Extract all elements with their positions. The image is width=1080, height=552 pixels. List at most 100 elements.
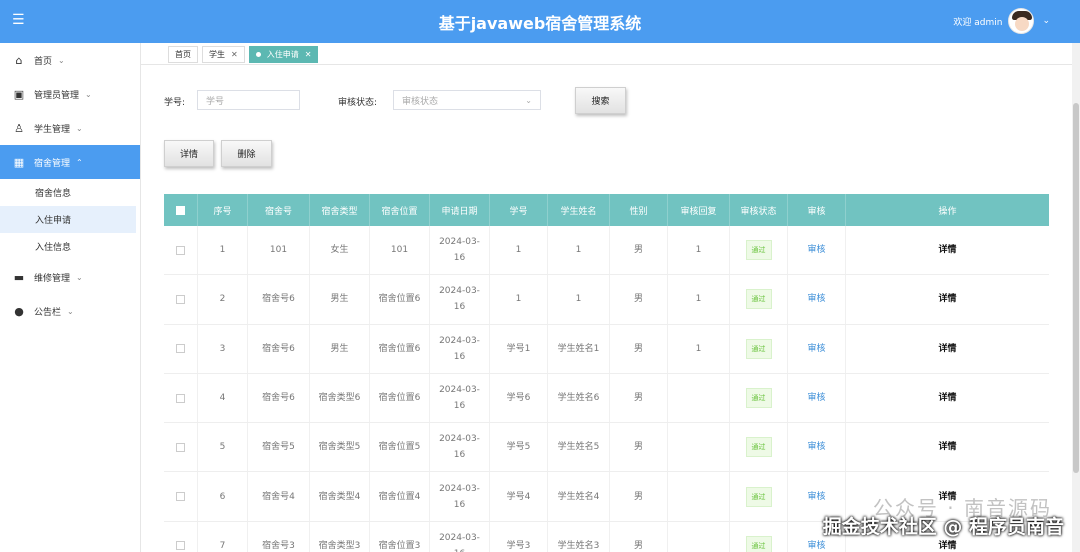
avatar[interactable] — [1008, 8, 1035, 34]
tab-home[interactable]: 首页 — [168, 46, 198, 63]
sidebar-item-admin[interactable]: ▣ 管理员管理 ⌄ — [0, 77, 140, 111]
cell-no: 6 — [198, 472, 248, 521]
cell-op[interactable]: 详情 — [846, 522, 1049, 552]
tab-students[interactable]: 学生 ✕ — [202, 46, 245, 63]
sidebar-item-notice[interactable]: ● 公告栏 ⌄ — [0, 294, 140, 328]
table-row[interactable]: 1 101 女生 101 2024-03-16 1 1 男 1 通过 审核 详情 — [164, 226, 1049, 276]
detail-link[interactable]: 详情 — [938, 341, 956, 357]
row-select-cell[interactable] — [164, 373, 198, 423]
sidebar-item-label: 宿舍管理 — [34, 158, 71, 169]
detail-link[interactable]: 详情 — [938, 538, 956, 552]
row-select-cell[interactable] — [164, 324, 198, 373]
cell-review[interactable]: 审核 — [788, 373, 846, 423]
detail-link[interactable]: 详情 — [938, 242, 956, 258]
detail-link[interactable]: 详情 — [938, 489, 956, 505]
cell-op[interactable]: 详情 — [846, 226, 1049, 274]
row-checkbox[interactable] — [176, 245, 185, 255]
delete-button[interactable]: 删除 — [221, 140, 272, 167]
sidebar-item-students[interactable]: ♙ 学生管理 ⌄ — [0, 111, 140, 145]
table-row[interactable]: 7 宿舍号3 宿舍类型3 宿舍位置3 2024-03-16 学号3 学生姓名3 男 通过 审核 详情 — [164, 521, 1049, 552]
row-select-cell[interactable] — [164, 423, 198, 472]
detail-link[interactable]: 详情 — [938, 291, 956, 307]
cell-op[interactable]: 详情 — [846, 275, 1049, 323]
row-select-cell[interactable] — [164, 226, 198, 275]
sidebar-item-label: 管理员管理 — [34, 90, 80, 101]
search-button[interactable]: 搜索 — [575, 87, 626, 114]
cell-review[interactable]: 审核 — [788, 423, 846, 472]
top-header: ☰ 基于javaweb宿舍管理系统 欢迎 admin ⌄ — [0, 0, 1080, 43]
row-select-cell[interactable] — [164, 521, 198, 552]
row-select-cell[interactable] — [164, 472, 198, 521]
row-checkbox[interactable] — [176, 442, 185, 452]
table-row[interactable]: 6 宿舍号4 宿舍类型4 宿舍位置4 2024-03-16 学号4 学生姓名4 男 通过 审核 详情 — [164, 472, 1049, 522]
page-scrollbar[interactable] — [1072, 43, 1080, 552]
select-all-checkbox[interactable] — [176, 205, 185, 215]
tab-checkin-apply[interactable]: 入住申请 ✕ — [248, 46, 319, 63]
review-link[interactable]: 审核 — [807, 439, 825, 455]
row-checkbox[interactable] — [176, 344, 185, 354]
cell-gender: 男 — [610, 373, 668, 423]
student-no-input[interactable]: 学号 — [197, 90, 300, 110]
table-row[interactable]: 5 宿舍号5 宿舍类型5 宿舍位置5 2024-03-16 学号5 学生姓名5 男 通过 审核 详情 — [164, 423, 1049, 473]
user-menu[interactable]: 欢迎 admin ⌄ — [953, 6, 1050, 36]
cell-review[interactable]: 审核 — [788, 472, 846, 521]
sidebar-item-repair[interactable]: ▬ 维修管理 ⌄ — [0, 260, 140, 294]
table-row[interactable]: 3 宿舍号6 男生 宿舍位置6 2024-03-16 学号1 学生姓名1 男 1 通过 审核 详情 — [164, 324, 1049, 374]
close-icon[interactable]: ✕ — [305, 50, 312, 59]
row-checkbox[interactable] — [176, 393, 185, 403]
cell-room: 宿舍号6 — [248, 373, 310, 423]
review-link[interactable]: 审核 — [807, 341, 825, 357]
cell-review[interactable]: 审核 — [788, 521, 846, 552]
cell-text: 宿舍位置6 — [378, 294, 421, 305]
row-checkbox[interactable] — [176, 492, 185, 502]
cell-text: 学生姓名1 — [557, 343, 600, 354]
sidebar-item-dorm[interactable]: ▦ 宿舍管理 ⌃ — [0, 145, 140, 179]
review-link[interactable]: 审核 — [807, 390, 825, 406]
chevron-down-icon: ⌄ — [85, 89, 92, 99]
cell-status: 通过 — [730, 472, 788, 521]
row-checkbox[interactable] — [176, 294, 185, 304]
sidebar-item-home[interactable]: ⌂ 首页 ⌄ — [0, 43, 140, 77]
cell-review[interactable]: 审核 — [788, 324, 846, 373]
cell-gender: 男 — [610, 521, 668, 552]
detail-link[interactable]: 详情 — [938, 390, 956, 406]
chevron-down-icon: ⌄ — [525, 96, 532, 105]
status-select[interactable]: 审核状态 ⌄ — [393, 90, 541, 110]
cell-type: 宿舍类型6 — [310, 373, 370, 423]
cell-text: 男 — [633, 393, 643, 404]
review-link[interactable]: 审核 — [807, 291, 825, 307]
cell-text: 宿舍类型5 — [318, 442, 361, 453]
detail-button[interactable]: 详情 — [164, 140, 214, 167]
cell-op[interactable]: 详情 — [846, 423, 1049, 471]
cell-location: 宿舍位置6 — [370, 373, 430, 423]
cell-op[interactable]: 详情 — [846, 374, 1049, 422]
review-link[interactable]: 审核 — [807, 489, 825, 505]
sidebar-subitem-checkin-info[interactable]: 入住信息 — [0, 233, 140, 260]
detail-link[interactable]: 详情 — [938, 439, 956, 455]
cell-sid: 1 — [490, 226, 548, 275]
row-checkbox[interactable] — [176, 541, 185, 551]
close-icon[interactable]: ✕ — [231, 50, 238, 59]
table-row[interactable]: 2 宿舍号6 男生 宿舍位置6 2024-03-16 1 1 男 1 通过 审核 详情 — [164, 275, 1049, 325]
cell-text: 宿舍位置6 — [378, 393, 421, 404]
review-link[interactable]: 审核 — [807, 538, 825, 552]
chat-icon: ● — [14, 304, 24, 318]
select-all-cell[interactable] — [164, 194, 198, 226]
cell-review[interactable]: 审核 — [788, 275, 846, 324]
review-link[interactable]: 审核 — [807, 242, 825, 258]
cell-text: 2024-03-16 — [439, 532, 480, 552]
row-select-cell[interactable] — [164, 275, 198, 324]
chevron-down-icon: ⌄ — [76, 272, 83, 282]
chevron-down-icon[interactable]: ⌄ — [1042, 16, 1050, 26]
scrollbar-thumb[interactable] — [1073, 103, 1079, 473]
table-row[interactable]: 4 宿舍号6 宿舍类型6 宿舍位置6 2024-03-16 学号6 学生姓名6 男 通过 审核 详情 — [164, 373, 1049, 424]
cell-op[interactable]: 详情 — [846, 472, 1049, 520]
cell-text: 学号6 — [506, 393, 531, 404]
cell-op[interactable]: 详情 — [846, 325, 1049, 373]
sidebar-subitem-dorm-info[interactable]: 宿舍信息 — [0, 179, 140, 206]
cell-text: 1 — [575, 245, 582, 256]
cell-text: 宿舍类型6 — [318, 393, 361, 404]
cell-review[interactable]: 审核 — [788, 226, 846, 275]
sidebar-subitem-checkin-apply[interactable]: 入住申请 — [0, 206, 136, 233]
column-header: 宿舍类型 — [310, 194, 370, 226]
